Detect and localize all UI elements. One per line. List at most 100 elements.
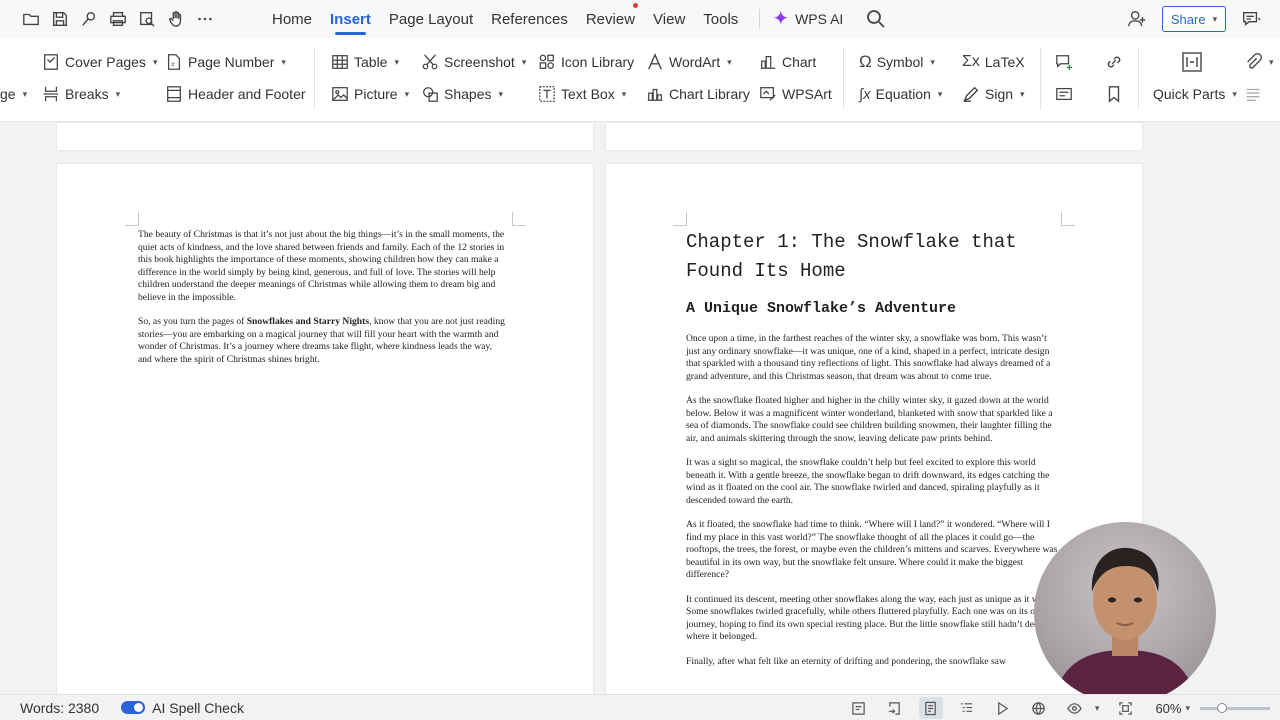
- menu-references[interactable]: References: [482, 0, 577, 38]
- sign-button[interactable]: Sign ▾: [962, 82, 1025, 106]
- shapes-icon: [423, 87, 438, 102]
- screenshot-button[interactable]: Screenshot ▾: [421, 50, 526, 74]
- page-number-button[interactable]: # Page Number ▾: [165, 50, 286, 74]
- insert-ribbon: ge ▾ Cover Pages ▾ Breaks ▾ # Page Numbe…: [0, 38, 1280, 122]
- chevron-down-icon: ▾: [727, 56, 732, 67]
- page-break-label: ge: [0, 86, 16, 102]
- outline-view-icon[interactable]: [958, 699, 976, 717]
- latex-button[interactable]: Σx LaTeX: [962, 50, 1025, 74]
- text-box-button[interactable]: Text Box ▾: [538, 82, 626, 106]
- status-bar: Words: 2380 AI Spell Check ▾ 60% ▾: [0, 694, 1280, 720]
- search-icon[interactable]: [865, 8, 887, 30]
- margin-corner: [673, 212, 687, 226]
- menu-home[interactable]: Home: [263, 0, 321, 38]
- chart-library-button[interactable]: Chart Library: [646, 82, 750, 106]
- save-icon[interactable]: [47, 7, 72, 32]
- shapes-label: Shapes: [444, 86, 492, 102]
- wordart-button[interactable]: WordArt ▾: [646, 50, 732, 74]
- menu-page-layout[interactable]: Page Layout: [380, 0, 482, 38]
- zoom-level[interactable]: 60%: [1155, 701, 1181, 716]
- chart-library-label: Chart Library: [669, 86, 750, 102]
- chevron-down-icon: ▾: [394, 56, 399, 67]
- wps-ai-label: WPS AI: [795, 11, 844, 27]
- menu-review[interactable]: Review: [577, 0, 644, 38]
- webcam-overlay: [1034, 522, 1216, 704]
- wordart-icon: [648, 53, 662, 70]
- paperclip-icon: [1247, 53, 1262, 69]
- breaks-icon: [43, 86, 59, 102]
- quick-parts-label: Quick Parts: [1153, 86, 1226, 102]
- comments-icon[interactable]: [1240, 8, 1262, 30]
- spell-check-toggle[interactable]: [121, 701, 146, 714]
- bookmark-icon: [1108, 86, 1120, 103]
- zoom-slider[interactable]: [1200, 702, 1270, 713]
- share-label: Share: [1170, 11, 1206, 27]
- icon-library-button[interactable]: Icon Library: [538, 50, 634, 74]
- page-view-icon[interactable]: [918, 697, 943, 719]
- chevron-down-icon: ▾: [930, 56, 935, 67]
- quick-parts-icon-wrap[interactable]: [1181, 48, 1203, 76]
- open-folder-icon[interactable]: [18, 7, 43, 32]
- sparkle-icon: ✦: [772, 8, 790, 30]
- export-icon[interactable]: [886, 699, 904, 717]
- document-page-left[interactable]: The beauty of Christmas is that it’s not…: [57, 164, 593, 694]
- previous-page-bottom-left: [57, 123, 593, 150]
- menu-insert[interactable]: Insert: [321, 0, 380, 38]
- latex-label: LaTeX: [984, 54, 1025, 70]
- menu-view[interactable]: View: [644, 0, 694, 38]
- paragraph: It continued its descent, meeting other …: [686, 593, 1055, 643]
- header-footer-button[interactable]: Header and Footer: [165, 82, 306, 106]
- paragraph: Finally, after what felt like an eternit…: [686, 655, 1006, 667]
- sigma-icon: Σx: [962, 53, 980, 70]
- text-field-button[interactable]: [1055, 82, 1073, 106]
- more-icon[interactable]: [192, 7, 217, 32]
- cover-pages-button[interactable]: Cover Pages ▾: [42, 50, 157, 74]
- shapes-button[interactable]: Shapes ▾: [421, 82, 503, 106]
- zoom-slider-thumb[interactable]: [1216, 702, 1227, 713]
- fit-page-icon[interactable]: [1116, 699, 1134, 717]
- book-title: Snowflakes and Starry Nights: [246, 316, 370, 327]
- page-text-right: Once upon a time, in the farthest reache…: [686, 333, 1061, 668]
- paragraph: So, as you turn the pages of Snowflakes …: [138, 316, 508, 366]
- wpsart-button[interactable]: WPSArt: [759, 82, 832, 106]
- insert-comment-button[interactable]: [1055, 50, 1073, 74]
- page-number-label: Page Number: [188, 54, 275, 70]
- link-icon: [1107, 56, 1121, 68]
- attachment-button[interactable]: ▾: [1244, 50, 1274, 74]
- symbol-button[interactable]: Ω Symbol ▾: [859, 50, 935, 74]
- web-view-icon[interactable]: [1030, 699, 1048, 717]
- eye-protection-icon[interactable]: [1066, 699, 1084, 717]
- hand-icon[interactable]: [163, 7, 188, 32]
- wps-ai-button[interactable]: ✦ WPS AI: [772, 9, 843, 29]
- quick-parts-button[interactable]: Quick Parts ▾: [1153, 82, 1237, 106]
- play-icon[interactable]: [994, 699, 1012, 717]
- scissors-icon: [422, 54, 438, 70]
- chevron-down-icon: ▾: [937, 88, 943, 99]
- breaks-button[interactable]: Breaks ▾: [42, 82, 120, 106]
- table-button[interactable]: Table ▾: [331, 50, 399, 74]
- chart-button[interactable]: Chart: [759, 50, 816, 74]
- word-count[interactable]: Words: 2380: [20, 700, 99, 716]
- share-button[interactable]: Share ▾: [1162, 6, 1226, 32]
- text-lines-button[interactable]: [1244, 82, 1262, 106]
- equation-label: Equation: [875, 86, 931, 102]
- read-mode-icon[interactable]: [850, 699, 868, 717]
- add-user-icon[interactable]: [1126, 8, 1148, 30]
- chevron-down-icon[interactable]: ▾: [1185, 703, 1190, 714]
- menu-tools[interactable]: Tools: [694, 0, 747, 38]
- paragraph: As it floated, the snowflake had time to…: [686, 519, 1058, 580]
- chevron-down-icon[interactable]: ▾: [1095, 703, 1100, 714]
- chart-library-icon: [647, 88, 663, 101]
- picture-button[interactable]: Picture ▾: [331, 82, 409, 106]
- page-break-button[interactable]: ge ▾: [0, 82, 27, 106]
- print-preview-icon[interactable]: [134, 7, 159, 32]
- picture-icon: [332, 87, 348, 101]
- hyperlink-button[interactable]: [1105, 50, 1123, 74]
- export-pdf-icon[interactable]: [76, 7, 101, 32]
- menu-review-label: Review: [585, 10, 636, 28]
- bookmark-button[interactable]: [1105, 82, 1123, 106]
- chevron-down-icon: ▾: [281, 56, 286, 67]
- print-icon[interactable]: [105, 7, 130, 32]
- wpsart-label: WPSArt: [782, 86, 832, 102]
- equation-button[interactable]: ∫x Equation ▾: [859, 82, 942, 106]
